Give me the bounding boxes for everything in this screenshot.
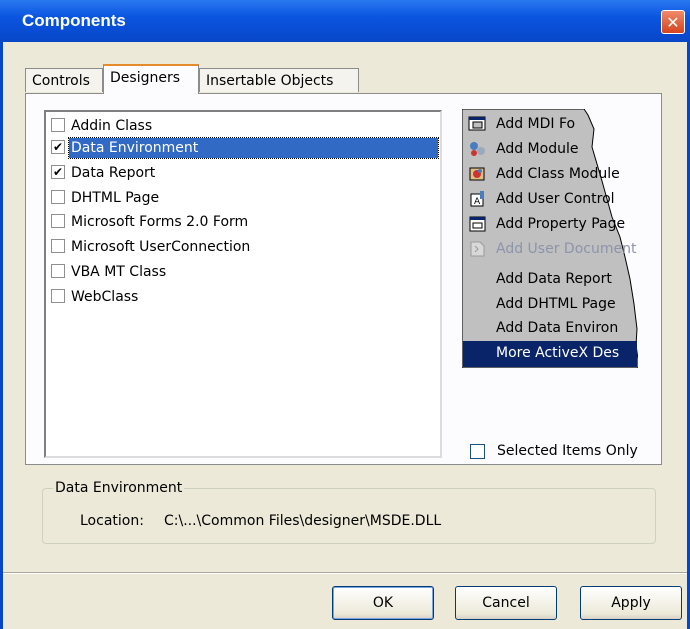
location-value: C:\...\Common Files\designer\MSDE.DLL <box>164 513 442 529</box>
designer-checkbox[interactable]: ✔ <box>51 140 65 154</box>
menu-item-label: Add DHTML Page <box>496 296 616 312</box>
list-item[interactable]: Microsoft UserConnection <box>50 236 438 258</box>
designer-label: Microsoft Forms 2.0 Form <box>71 214 249 230</box>
menu-item-label: Add User Control <box>496 191 615 207</box>
designer-label: WebClass <box>71 289 139 305</box>
designer-checkbox[interactable] <box>51 214 65 228</box>
designer-label: Data Report <box>71 165 156 181</box>
tab-insertable-objects[interactable]: Insertable Objects <box>199 68 359 92</box>
list-item[interactable]: Microsoft Forms 2.0 Form <box>50 211 438 233</box>
apply-button[interactable]: Apply <box>580 586 682 620</box>
details-group-title: Data Environment <box>53 480 185 496</box>
button-divider <box>3 572 687 574</box>
selected-items-only-checkbox[interactable] <box>470 444 485 459</box>
title-bar: Components ✕ <box>0 0 690 42</box>
menu-preview: Add MDI Fo Add Module Add Class Module A… <box>462 109 638 368</box>
module-icon <box>470 142 485 156</box>
menu-item-add-data-report: Add Data Report <box>462 267 638 291</box>
user-control-icon: A <box>470 191 484 207</box>
list-item[interactable]: ✔ Data Environment <box>50 137 439 159</box>
menu-item-add-mdi-form: Add MDI Fo <box>462 112 638 136</box>
location-label: Location: <box>80 513 144 529</box>
user-document-icon <box>470 241 485 257</box>
designer-label: DHTML Page <box>71 190 160 206</box>
tab-designers[interactable]: Designers <box>103 64 199 94</box>
menu-item-label: Add Property Page <box>496 216 626 232</box>
designer-checkbox[interactable] <box>51 190 65 204</box>
close-icon: ✕ <box>666 13 680 32</box>
designers-list[interactable]: Addin Class ✔ Data Environment ✔ Data Repo… <box>44 110 442 458</box>
mdi-form-icon <box>468 116 486 131</box>
list-item[interactable]: DHTML Page <box>50 187 438 209</box>
menu-item-add-user-document: Add User Document <box>462 237 638 261</box>
selected-items-only-label: Selected Items Only <box>497 443 638 459</box>
window-title: Components <box>22 11 126 30</box>
menu-item-label: Add Class Module <box>496 166 620 182</box>
menu-item-add-module: Add Module <box>462 137 638 161</box>
svg-text:A: A <box>474 197 481 207</box>
close-button[interactable]: ✕ <box>661 10 685 34</box>
menu-item-label: Add MDI Fo <box>496 116 576 132</box>
menu-item-label: Add User Document <box>496 241 637 257</box>
menu-item-label: Add Data Environ <box>496 320 619 336</box>
list-item[interactable]: Addin Class <box>50 115 438 137</box>
menu-item-label: Add Module <box>496 141 579 157</box>
tab-controls[interactable]: Controls <box>25 68 103 92</box>
menu-item-add-data-environment: Add Data Environ <box>462 316 638 340</box>
designer-checkbox[interactable] <box>51 289 65 303</box>
cancel-button[interactable]: Cancel <box>455 586 557 620</box>
menu-item-add-class-module: Add Class Module <box>462 162 638 186</box>
menu-item-more-activex-designers: More ActiveX Des <box>462 341 638 365</box>
list-item[interactable]: WebClass <box>50 286 438 308</box>
menu-item-label: More ActiveX Des <box>496 345 620 361</box>
list-item[interactable]: ✔ Data Report <box>50 162 438 184</box>
menu-item-add-dhtml-page: Add DHTML Page <box>462 292 638 316</box>
list-item[interactable]: VBA MT Class <box>50 261 438 283</box>
menu-item-label: Add Data Report <box>496 271 612 287</box>
designer-checkbox[interactable] <box>51 118 65 132</box>
designer-label: VBA MT Class <box>71 264 167 280</box>
menu-item-add-property-page: Add Property Page <box>462 212 638 236</box>
designer-checkbox[interactable] <box>51 264 65 278</box>
designer-label: Microsoft UserConnection <box>71 239 251 255</box>
designer-label: Data Environment <box>68 137 439 159</box>
class-module-icon <box>469 167 485 181</box>
designer-checkbox[interactable]: ✔ <box>51 165 65 179</box>
designer-label: Addin Class <box>71 118 153 134</box>
property-page-icon <box>469 216 486 232</box>
ok-button[interactable]: OK <box>332 586 434 620</box>
designer-checkbox[interactable] <box>51 239 65 253</box>
menu-item-add-user-control: A Add User Control <box>462 187 638 211</box>
